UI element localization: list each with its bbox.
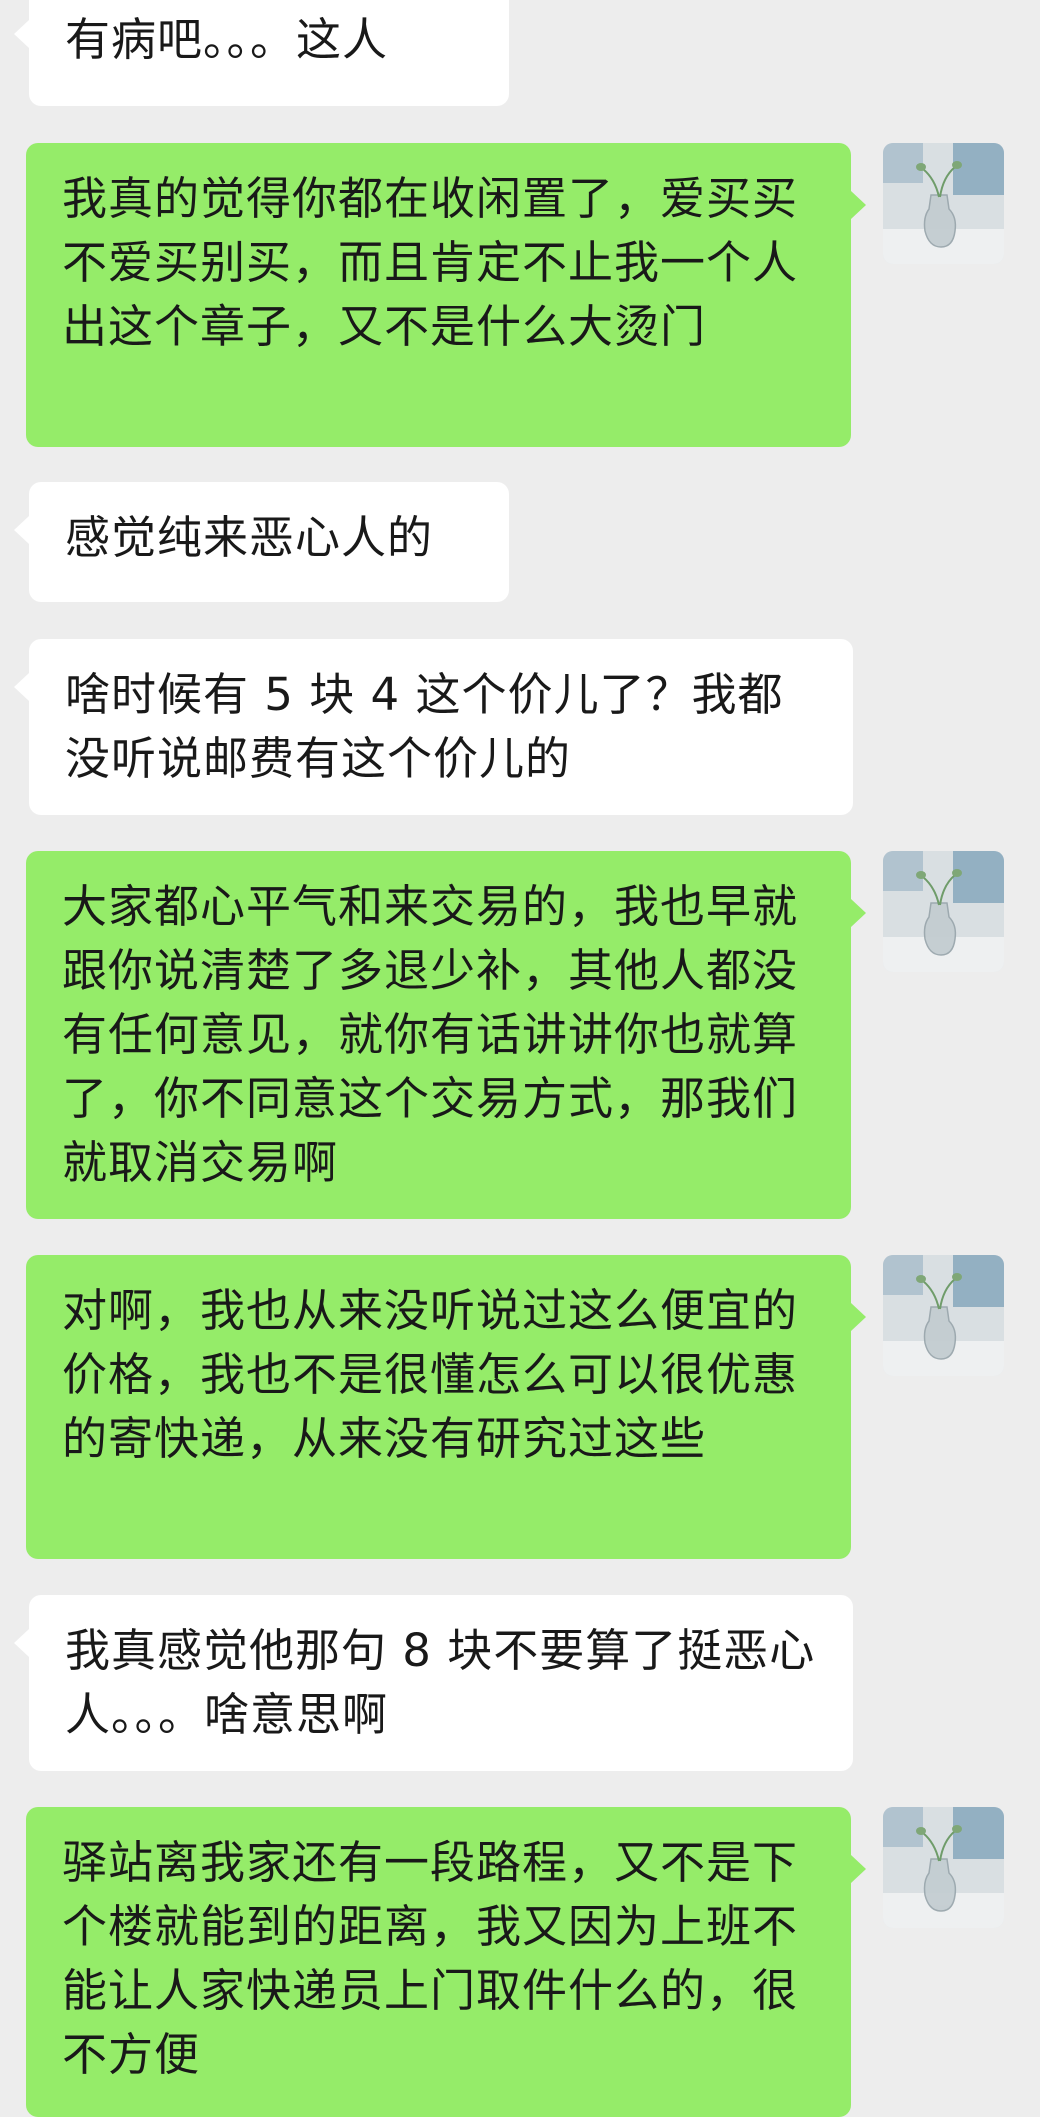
outgoing-message-bubble[interactable]: 我真的觉得你都在收闲置了，爱买买不爱买别买，而且肯定不止我一个人出这个章子，又不… <box>26 143 866 447</box>
vase-photo-avatar-icon <box>883 143 1004 264</box>
chat-message-list[interactable]: 有病吧。。。这人 我真的觉得你都在收闲置了，爱买买不爱买别买，而且肯定不止我一个… <box>0 0 1040 2117</box>
outgoing-message-bubble[interactable]: 对啊，我也从来没听说过这么便宜的价格，我也不是很懂怎么可以很优惠的寄快递，从来没… <box>26 1255 866 1559</box>
vase-photo-avatar-icon <box>883 1255 1004 1376</box>
incoming-message-bubble[interactable]: 感觉纯来恶心人的 <box>14 482 509 602</box>
avatar[interactable] <box>883 1807 1004 1928</box>
message-text: 驿站离我家还有一段路程，又不是下个楼就能到的距离，我又因为上班不能让人家快递员上… <box>62 1836 799 2081</box>
message-text: 啥时候有 5 块 4 这个价儿了？我都没听说邮费有这个价儿的 <box>65 668 784 785</box>
incoming-message-bubble[interactable]: 我真感觉他那句 8 块不要算了挺恶心人。。。啥意思啊 <box>14 1595 853 1771</box>
avatar[interactable] <box>883 1255 1004 1376</box>
message-text: 我真的觉得你都在收闲置了，爱买买不爱买别买，而且肯定不止我一个人出这个章子，又不… <box>62 172 799 353</box>
avatar[interactable] <box>883 851 1004 972</box>
vase-photo-avatar-icon <box>883 851 1004 972</box>
incoming-message-bubble[interactable]: 有病吧。。。这人 <box>14 0 509 106</box>
message-text: 感觉纯来恶心人的 <box>65 511 434 564</box>
outgoing-message-bubble[interactable]: 大家都心平气和来交易的，我也早就跟你说清楚了多退少补，其他人都没有任何意见，就你… <box>26 851 866 1219</box>
message-text: 大家都心平气和来交易的，我也早就跟你说清楚了多退少补，其他人都没有任何意见，就你… <box>62 880 799 1189</box>
message-text: 有病吧。。。这人 <box>65 13 389 66</box>
message-text: 我真感觉他那句 8 块不要算了挺恶心人。。。啥意思啊 <box>65 1624 816 1741</box>
outgoing-message-bubble[interactable]: 驿站离我家还有一段路程，又不是下个楼就能到的距离，我又因为上班不能让人家快递员上… <box>26 1807 866 2117</box>
incoming-message-bubble[interactable]: 啥时候有 5 块 4 这个价儿了？我都没听说邮费有这个价儿的 <box>14 639 853 815</box>
avatar[interactable] <box>883 143 1004 264</box>
vase-photo-avatar-icon <box>883 1807 1004 1928</box>
message-text: 对啊，我也从来没听说过这么便宜的价格，我也不是很懂怎么可以很优惠的寄快递，从来没… <box>62 1284 799 1465</box>
